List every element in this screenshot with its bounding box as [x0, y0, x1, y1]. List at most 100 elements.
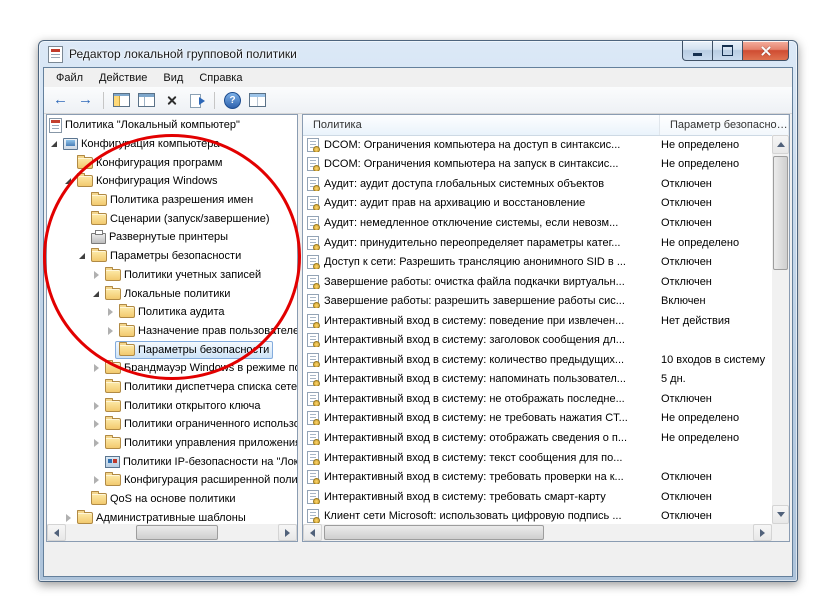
list-item[interactable]: DCOM: Ограничения компьютера на доступ в… — [303, 135, 772, 155]
back-button[interactable] — [49, 89, 72, 111]
collapsed-arrow-icon[interactable] — [105, 303, 115, 322]
tree-item[interactable]: Политики ограниченного использования про… — [47, 415, 297, 434]
window-panes-button[interactable] — [135, 89, 158, 111]
list-item[interactable]: Интерактивный вход в систему: количество… — [303, 350, 772, 370]
scroll-down-button[interactable] — [772, 505, 789, 524]
collapsed-arrow-icon[interactable] — [91, 471, 101, 490]
tree-item[interactable]: Политики диспетчера списка сетей — [47, 378, 297, 397]
list-item[interactable]: Доступ к сети: Разрешить трансляцию анон… — [303, 252, 772, 272]
scroll-left-button[interactable] — [303, 524, 322, 541]
properties-table-button[interactable] — [246, 89, 269, 111]
tree-item[interactable]: Политики учетных записей — [47, 266, 297, 285]
menu-item-2[interactable]: Вид — [155, 70, 191, 86]
scroll-right-button[interactable] — [278, 524, 297, 541]
titlebar[interactable]: Редактор локальной групповой политики — [39, 41, 797, 67]
tree-item[interactable]: QoS на основе политики — [47, 490, 297, 509]
list-item[interactable]: Интерактивный вход в систему: требовать … — [303, 467, 772, 487]
tree-item[interactable]: Сценарии (запуск/завершение) — [47, 209, 297, 228]
policy-icon — [307, 215, 320, 230]
tree-item[interactable]: Политика аудита — [47, 303, 297, 322]
menu-item-1[interactable]: Действие — [91, 70, 155, 86]
collapsed-arrow-icon[interactable] — [105, 322, 115, 341]
scrollbar-track[interactable] — [322, 524, 753, 541]
tree-item[interactable]: Развернутые принтеры — [47, 228, 297, 247]
tree-item[interactable]: Политика "Локальный компьютер" — [47, 116, 297, 135]
collapsed-arrow-icon[interactable] — [91, 266, 101, 285]
tree-item[interactable]: Политики управления приложениями — [47, 434, 297, 453]
tree-item[interactable]: Параметры безопасности — [47, 247, 297, 266]
policy-icon — [307, 489, 320, 504]
collapsed-arrow-icon[interactable] — [91, 434, 101, 453]
tree-item[interactable]: Назначение прав пользователей — [47, 322, 297, 341]
collapsed-arrow-icon[interactable] — [63, 508, 73, 524]
tree-item[interactable]: Административные шаблоны — [47, 508, 297, 524]
show-console-tree-button[interactable] — [110, 89, 133, 111]
list-item[interactable]: Аудит: принудительно переопределяет пара… — [303, 233, 772, 253]
expanded-arrow-icon[interactable] — [49, 135, 59, 154]
tree-item[interactable]: Политики открытого ключа — [47, 396, 297, 415]
collapsed-arrow-icon[interactable] — [91, 415, 101, 434]
tree-item-inner: Административные шаблоны — [73, 509, 250, 524]
tree-item[interactable]: Конфигурация программ — [47, 153, 297, 172]
tree-item[interactable]: Локальные политики — [47, 284, 297, 303]
expanded-arrow-icon[interactable] — [77, 247, 87, 266]
list-item[interactable]: Аудит: немедленное отключение системы, е… — [303, 213, 772, 233]
policy-name: Интерактивный вход в систему: требовать … — [324, 490, 606, 503]
folder-icon — [91, 210, 107, 225]
scrollbar-thumb[interactable] — [136, 525, 218, 540]
forward-button[interactable] — [74, 89, 97, 111]
list-item[interactable]: Интерактивный вход в систему: отображать… — [303, 428, 772, 448]
list-vertical-scrollbar[interactable] — [772, 135, 789, 524]
list-horizontal-scrollbar[interactable] — [303, 524, 772, 541]
tree-item[interactable]: Конфигурация компьютера — [47, 135, 297, 154]
collapsed-arrow-icon[interactable] — [91, 359, 101, 378]
tree-item[interactable]: Политика разрешения имен — [47, 191, 297, 210]
policy-name: Аудит: немедленное отключение системы, е… — [324, 216, 619, 229]
policy-icon — [307, 391, 320, 406]
list-item[interactable]: Аудит: аудит прав на архивацию и восстан… — [303, 194, 772, 214]
list-item[interactable]: Интерактивный вход в систему: заголовок … — [303, 330, 772, 350]
list-item[interactable]: Завершение работы: очистка файла подкачк… — [303, 272, 772, 292]
scrollbar-track[interactable] — [772, 154, 789, 505]
list-item[interactable]: Интерактивный вход в систему: требовать … — [303, 487, 772, 507]
tree-item[interactable]: Конфигурация Windows — [47, 172, 297, 191]
scrollbar-track[interactable] — [66, 524, 278, 541]
column-header-0[interactable]: Политика — [303, 115, 660, 135]
maximize-button[interactable] — [713, 41, 742, 61]
delete-button[interactable] — [160, 89, 183, 111]
list-item[interactable]: Аудит: аудит доступа глобальных системны… — [303, 174, 772, 194]
list-item[interactable]: Интерактивный вход в систему: не требова… — [303, 409, 772, 429]
close-button[interactable] — [742, 41, 789, 61]
expanded-arrow-icon[interactable] — [63, 172, 73, 191]
list-item[interactable]: Клиент сети Microsoft: использовать цифр… — [303, 506, 772, 524]
menu-item-0[interactable]: Файл — [48, 70, 91, 86]
close-icon — [760, 45, 772, 57]
security-setting-cell: Не определено — [661, 138, 740, 151]
export-list-button[interactable] — [185, 89, 208, 111]
collapsed-triangle — [107, 308, 113, 317]
help-button[interactable] — [221, 89, 244, 111]
policy-name-cell: DCOM: Ограничения компьютера на доступ в… — [303, 137, 659, 152]
tree-item[interactable]: Брандмауэр Windows в режиме повышенной б… — [47, 359, 297, 378]
collapsed-arrow-icon[interactable] — [91, 396, 101, 415]
tree-horizontal-scrollbar[interactable] — [47, 524, 297, 541]
list-item[interactable]: Завершение работы: разрешить завершение … — [303, 291, 772, 311]
list-item[interactable]: DCOM: Ограничения компьютера на запуск в… — [303, 155, 772, 175]
scroll-right-button[interactable] — [753, 524, 772, 541]
tree-item[interactable]: Политики IP-безопасности на "Локальный к… — [47, 452, 297, 471]
down-arrow-icon — [776, 512, 785, 517]
scroll-up-button[interactable] — [772, 135, 789, 154]
list-item[interactable]: Интерактивный вход в систему: напоминать… — [303, 370, 772, 390]
list-item[interactable]: Интерактивный вход в систему: текст сооб… — [303, 448, 772, 468]
minimize-button[interactable] — [682, 41, 713, 61]
expanded-arrow-icon[interactable] — [91, 284, 101, 303]
scrollbar-thumb[interactable] — [773, 156, 788, 270]
list-item[interactable]: Интерактивный вход в систему: поведение … — [303, 311, 772, 331]
scrollbar-thumb[interactable] — [324, 525, 544, 540]
scroll-left-button[interactable] — [47, 524, 66, 541]
list-item[interactable]: Интерактивный вход в систему: не отображ… — [303, 389, 772, 409]
menu-item-3[interactable]: Справка — [191, 70, 250, 86]
tree-item[interactable]: Конфигурация расширенной политики аудита — [47, 471, 297, 490]
tree-item[interactable]: Параметры безопасности — [47, 340, 297, 359]
column-header-1[interactable]: Параметр безопасности — [660, 115, 789, 135]
